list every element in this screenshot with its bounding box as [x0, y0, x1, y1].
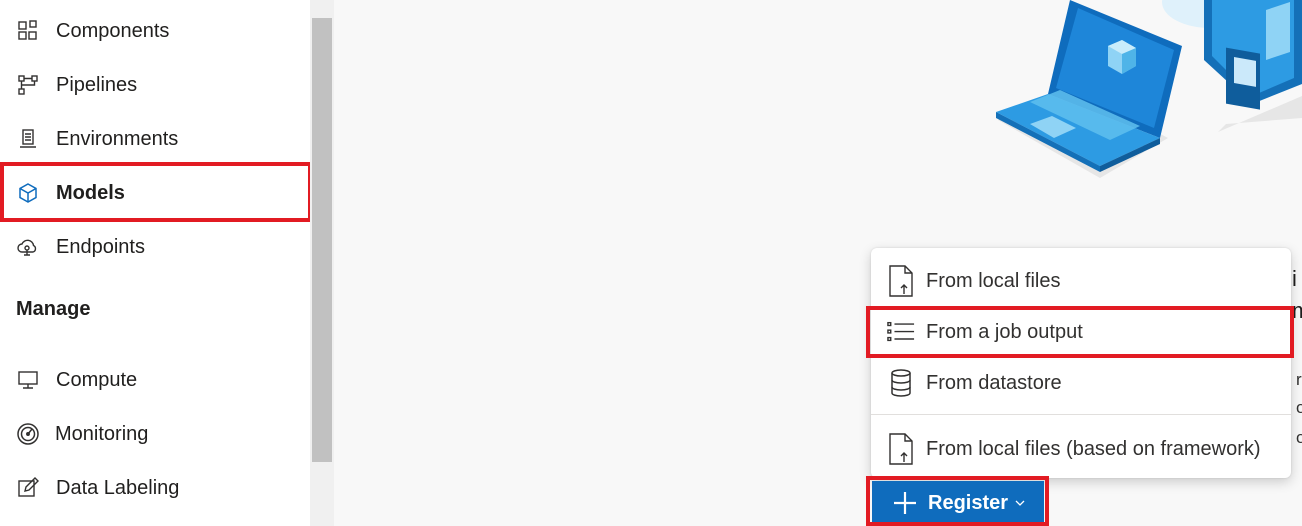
- menu-item-from-job-output[interactable]: From a job output: [871, 307, 1291, 357]
- sidebar-item-label: Data Labeling: [56, 476, 180, 499]
- sidebar-item-compute[interactable]: Compute: [0, 353, 310, 407]
- sidebar-item-label: Monitoring: [55, 422, 149, 445]
- sidebar-item-environments[interactable]: Environments: [0, 112, 310, 166]
- menu-item-label: From local files: [926, 269, 1061, 292]
- data-labeling-icon: [16, 476, 40, 500]
- plus-icon: [894, 492, 916, 514]
- sidebar-item-label: Components: [56, 19, 170, 42]
- compute-icon: [16, 368, 40, 392]
- menu-item-from-local-files[interactable]: From local files: [871, 256, 1291, 306]
- edge-text-1: i: [1292, 266, 1297, 291]
- monitoring-icon: [16, 422, 40, 446]
- database-icon: [887, 367, 915, 399]
- sidebar-item-label: Compute: [56, 368, 138, 391]
- chevron-down-icon: [1015, 500, 1025, 506]
- sidebar-item-components[interactable]: Components: [0, 4, 310, 58]
- file-upload-icon: [887, 433, 915, 465]
- endpoints-icon: [16, 235, 40, 259]
- register-button-label: Register: [928, 491, 1009, 514]
- menu-item-from-datastore[interactable]: From datastore: [871, 358, 1291, 408]
- menu-item-from-local-files-framework[interactable]: From local files (based on framework): [871, 424, 1291, 474]
- models-illustration: [996, 0, 1302, 178]
- register-dropdown-menu: From local files From a job output From …: [871, 248, 1291, 478]
- pipelines-icon: [16, 73, 40, 97]
- menu-divider: [871, 414, 1291, 415]
- sidebar-item-label: Models: [56, 181, 125, 204]
- menu-item-label: From datastore: [926, 371, 1062, 394]
- edge-text-2: m: [1292, 298, 1302, 323]
- edge-text-4: o: [1296, 398, 1302, 417]
- left-nav: Components Pipelines Environments Models: [0, 0, 310, 526]
- sidebar-item-label: Pipelines: [56, 73, 138, 96]
- scrollbar-thumb[interactable]: [312, 18, 332, 462]
- edge-text-3: r: [1296, 370, 1302, 389]
- file-upload-icon: [887, 265, 915, 297]
- environments-icon: [16, 127, 40, 151]
- sidebar-item-models[interactable]: Models: [0, 166, 310, 220]
- models-icon: [16, 181, 40, 205]
- menu-item-label: From a job output: [926, 320, 1083, 343]
- sidebar-item-data-labeling[interactable]: Data Labeling: [0, 461, 310, 515]
- sidebar-item-pipelines[interactable]: Pipelines: [0, 58, 310, 112]
- register-button[interactable]: Register: [872, 481, 1044, 525]
- sidebar-item-label: Endpoints: [56, 235, 145, 258]
- components-icon: [16, 19, 40, 43]
- sidebar-item-label: Environments: [56, 127, 179, 150]
- selected-indicator: [0, 180, 3, 206]
- sidebar-item-endpoints[interactable]: Endpoints: [0, 220, 310, 274]
- manage-heading: Manage: [16, 298, 91, 320]
- menu-item-label: From local files (based on framework): [926, 437, 1261, 460]
- sidebar-item-monitoring[interactable]: Monitoring: [0, 407, 310, 461]
- list-icon: [887, 316, 915, 348]
- edge-text-5: o: [1296, 428, 1302, 447]
